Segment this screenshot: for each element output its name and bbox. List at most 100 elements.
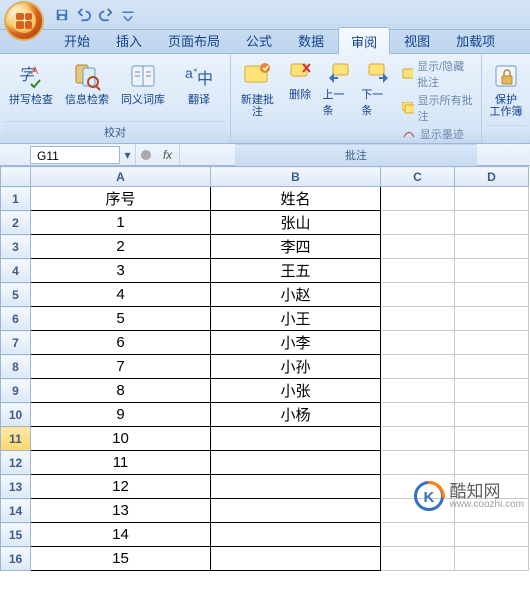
cell[interactable] [455,211,529,235]
tab-review[interactable]: 审阅 [338,27,390,54]
cell[interactable] [455,427,529,451]
cell[interactable] [455,331,529,355]
translate-button[interactable]: a中 翻译 [172,56,226,110]
cell[interactable] [211,523,381,547]
show-ink-toggle[interactable]: 显示墨迹 [402,126,473,142]
cell[interactable] [381,475,455,499]
cell[interactable] [381,307,455,331]
cell[interactable]: 序号 [31,187,211,211]
cell[interactable]: 2 [31,235,211,259]
row-header[interactable]: 15 [1,523,31,547]
sheet-table[interactable]: A B C D 1序号姓名21张山32李四43王五54小赵65小王76小李87小… [0,166,529,571]
cell[interactable] [455,235,529,259]
cell[interactable]: 张山 [211,211,381,235]
col-header-b[interactable]: B [211,167,381,187]
cell[interactable]: 小孙 [211,355,381,379]
cell[interactable] [455,451,529,475]
tab-pagelayout[interactable]: 页面布局 [156,27,232,53]
cell[interactable] [211,499,381,523]
new-comment-button[interactable]: 新建批注 [235,56,280,122]
col-header-d[interactable]: D [455,167,529,187]
cell[interactable]: 9 [31,403,211,427]
show-hide-comment-toggle[interactable]: 显示/隐藏批注 [402,58,473,90]
row-header[interactable]: 9 [1,379,31,403]
cell[interactable] [381,427,455,451]
cell[interactable]: 6 [31,331,211,355]
cell[interactable] [455,403,529,427]
next-comment-button[interactable]: 下一条 [359,56,396,122]
cell[interactable] [455,379,529,403]
cell[interactable]: 4 [31,283,211,307]
cell[interactable] [455,355,529,379]
cell[interactable] [211,547,381,571]
cell[interactable] [381,331,455,355]
col-header-c[interactable]: C [381,167,455,187]
cell[interactable] [455,499,529,523]
cell[interactable] [211,451,381,475]
office-button[interactable] [4,1,44,41]
undo-icon[interactable] [76,7,92,23]
cell[interactable]: 小杨 [211,403,381,427]
cell[interactable] [381,355,455,379]
tab-insert[interactable]: 插入 [104,27,154,53]
cell[interactable]: 小赵 [211,283,381,307]
tab-home[interactable]: 开始 [52,27,102,53]
cell[interactable]: 11 [31,451,211,475]
research-button[interactable]: 信息检索 [60,56,114,110]
cell[interactable]: 12 [31,475,211,499]
cell[interactable] [455,307,529,331]
cell[interactable] [381,523,455,547]
cell[interactable]: 15 [31,547,211,571]
row-header[interactable]: 12 [1,451,31,475]
row-header[interactable]: 16 [1,547,31,571]
row-header[interactable]: 6 [1,307,31,331]
cell[interactable] [381,235,455,259]
row-header[interactable]: 10 [1,403,31,427]
cell[interactable] [211,475,381,499]
tab-formulas[interactable]: 公式 [234,27,284,53]
cell[interactable] [381,259,455,283]
cell[interactable] [381,403,455,427]
name-box-dropdown-icon[interactable]: ▾ [120,144,136,165]
tab-view[interactable]: 视图 [392,27,442,53]
cell[interactable] [381,187,455,211]
tab-addins[interactable]: 加载项 [444,27,507,53]
cell[interactable] [455,523,529,547]
row-header[interactable]: 7 [1,331,31,355]
save-icon[interactable] [54,7,70,23]
cell[interactable] [455,283,529,307]
cell[interactable]: 小李 [211,331,381,355]
cell[interactable]: 姓名 [211,187,381,211]
cell[interactable]: 1 [31,211,211,235]
row-header[interactable]: 3 [1,235,31,259]
qat-dropdown-icon[interactable] [120,7,136,23]
name-box[interactable]: G11 [30,146,120,164]
cell[interactable]: 14 [31,523,211,547]
spellcheck-button[interactable]: 字A 拼写检查 [4,56,58,110]
tab-data[interactable]: 数据 [286,27,336,53]
protect-workbook-button[interactable]: 保护工作簿 [486,56,526,122]
col-header-a[interactable]: A [31,167,211,187]
select-all-corner[interactable] [1,167,31,187]
cell[interactable]: 李四 [211,235,381,259]
row-header[interactable]: 5 [1,283,31,307]
cell[interactable] [381,283,455,307]
row-header[interactable]: 4 [1,259,31,283]
row-header[interactable]: 14 [1,499,31,523]
cell[interactable] [455,475,529,499]
row-header[interactable]: 13 [1,475,31,499]
cell[interactable] [455,187,529,211]
cell[interactable]: 8 [31,379,211,403]
cell[interactable] [381,451,455,475]
cell[interactable] [381,547,455,571]
show-all-comments-toggle[interactable]: 显示所有批注 [402,92,473,124]
cell[interactable] [381,211,455,235]
delete-comment-button[interactable]: 删除 [282,56,319,106]
thesaurus-button[interactable]: 同义词库 [116,56,170,110]
cell[interactable]: 10 [31,427,211,451]
cell[interactable] [455,259,529,283]
cell[interactable]: 5 [31,307,211,331]
cell[interactable] [381,379,455,403]
cell[interactable] [455,547,529,571]
row-header[interactable]: 11 [1,427,31,451]
